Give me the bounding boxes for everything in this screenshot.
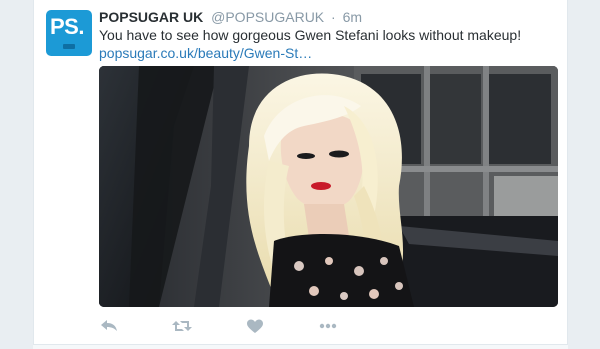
tweet-header: POPSUGAR UK @POPSUGARUK · 6m [99, 9, 362, 25]
avatar-logo-text: PS. [50, 14, 84, 39]
tweet-timestamp[interactable]: 6m [343, 9, 362, 25]
tweet-card[interactable]: PS. POPSUGAR UK @POPSUGARUK · 6m You hav… [33, 0, 568, 349]
reply-icon[interactable] [98, 316, 120, 336]
more-icon[interactable] [317, 316, 339, 336]
tweet-text: You have to see how gorgeous Gwen Stefan… [99, 27, 522, 43]
tweet-photo[interactable] [99, 66, 558, 307]
avatar[interactable]: PS. [46, 10, 92, 56]
avatar-logo-mark [63, 44, 75, 49]
header-separator: · [331, 9, 336, 25]
author-name[interactable]: POPSUGAR UK [99, 9, 203, 25]
tweet-divider [33, 344, 568, 349]
retweet-icon[interactable] [171, 316, 193, 336]
tweet-link[interactable]: popsugar.co.uk/beauty/Gwen-St… [99, 45, 312, 61]
like-icon[interactable] [244, 316, 266, 336]
timeline: PS. POPSUGAR UK @POPSUGARUK · 6m You hav… [0, 0, 600, 349]
author-handle[interactable]: @POPSUGARUK [211, 9, 324, 25]
photo-illustration [99, 66, 558, 307]
